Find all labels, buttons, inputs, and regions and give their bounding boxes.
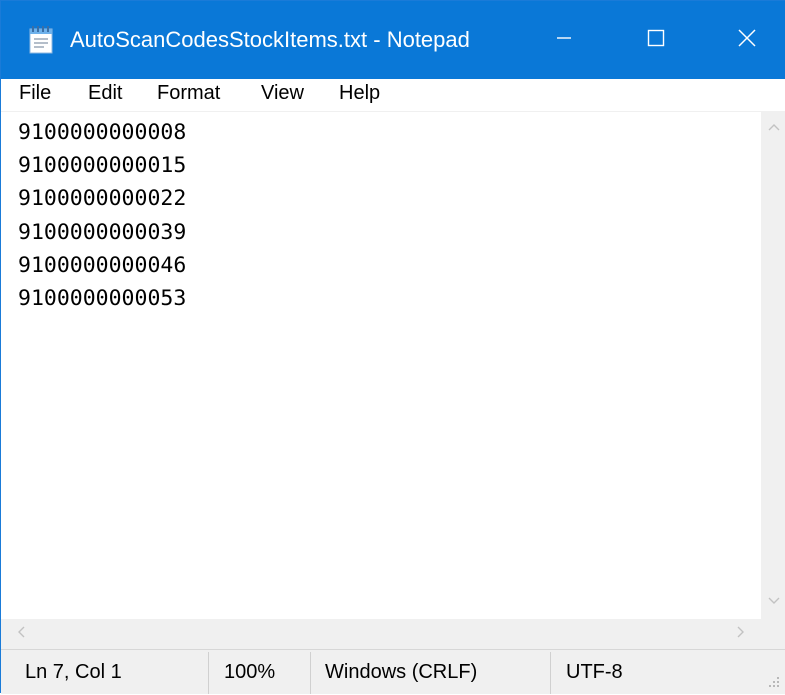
scroll-right-button[interactable] <box>721 619 761 649</box>
minimize-icon <box>555 29 573 52</box>
maximize-icon <box>646 28 666 53</box>
scroll-left-button[interactable] <box>1 619 41 649</box>
menu-format[interactable]: Format <box>157 79 220 109</box>
text-line: 9100000000046 <box>18 253 187 278</box>
menu-file[interactable]: File <box>19 79 51 109</box>
horizontal-scrollbar[interactable] <box>1 619 761 649</box>
resize-grip-icon[interactable] <box>766 674 780 688</box>
status-divider <box>310 652 311 694</box>
close-button[interactable] <box>701 1 785 79</box>
text-line: 9100000000022 <box>18 186 187 211</box>
menu-bar: File Edit Format View Help <box>1 79 785 111</box>
text-line: 9100000000008 <box>18 120 187 145</box>
window-title: AutoScanCodesStockItems.txt - Notepad <box>70 27 470 52</box>
notepad-window: AutoScanCodesStockItems.txt - Notepad Fi… <box>0 0 785 694</box>
status-position: Ln 7, Col 1 <box>25 661 122 683</box>
text-editor[interactable]: 9100000000008 9100000000015 910000000002… <box>1 111 761 619</box>
status-divider <box>208 652 209 694</box>
menu-help[interactable]: Help <box>339 79 380 109</box>
minimize-button[interactable] <box>518 1 610 79</box>
vertical-scrollbar[interactable] <box>761 111 785 619</box>
scrollbar-corner <box>761 619 785 649</box>
close-icon <box>736 27 758 54</box>
text-line: 9100000000053 <box>18 286 187 311</box>
menu-view[interactable]: View <box>261 79 304 109</box>
status-encoding: UTF-8 <box>566 661 623 683</box>
chevron-down-icon <box>767 593 781 611</box>
text-line: 9100000000039 <box>18 220 187 245</box>
status-bar: Ln 7, Col 1 100% Windows (CRLF) UTF-8 <box>1 649 785 694</box>
chevron-up-icon <box>767 119 781 137</box>
title-bar[interactable]: AutoScanCodesStockItems.txt - Notepad <box>1 1 785 79</box>
notepad-icon[interactable] <box>28 25 56 55</box>
status-divider <box>550 652 551 694</box>
chevron-left-icon <box>16 625 26 644</box>
status-line-ending: Windows (CRLF) <box>325 661 478 683</box>
text-line: 9100000000015 <box>18 153 187 178</box>
scroll-down-button[interactable] <box>761 585 785 619</box>
scroll-up-button[interactable] <box>761 111 785 145</box>
menu-edit[interactable]: Edit <box>88 79 122 109</box>
chevron-right-icon <box>736 625 746 644</box>
maximize-button[interactable] <box>610 1 702 79</box>
status-zoom: 100% <box>224 661 276 683</box>
